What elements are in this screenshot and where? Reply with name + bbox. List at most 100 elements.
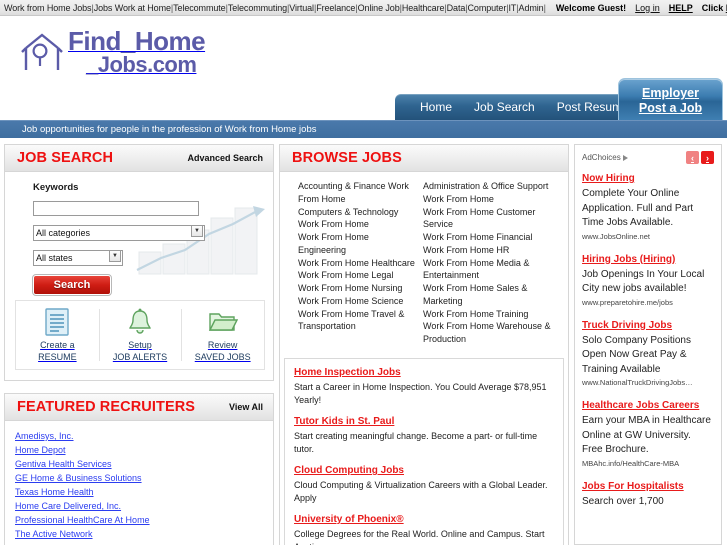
right-ad-item: Jobs For Hospitalists Search over 1,700 bbox=[582, 480, 714, 510]
recruiter-link[interactable]: GE Home & Business Solutions bbox=[15, 472, 273, 486]
saved-jobs-line1: Review bbox=[207, 340, 238, 351]
browse-category-link[interactable]: Work From Home Media & Entertainment bbox=[423, 257, 562, 283]
top-keyword-bar: Work from Home Jobs|Jobs Work at Home|Te… bbox=[0, 0, 727, 16]
middle-ad-title[interactable]: Home Inspection Jobs bbox=[294, 366, 554, 379]
top-keyword-link[interactable]: Work from Home Jobs bbox=[4, 3, 92, 13]
employer-label-line1: Employer bbox=[642, 86, 699, 100]
search-button[interactable]: Search bbox=[32, 274, 112, 296]
right-ad-title[interactable]: Truck Driving Jobs bbox=[582, 319, 714, 332]
adchoices-triangle-icon bbox=[622, 154, 628, 161]
top-keyword-link[interactable]: Jobs Work at Home bbox=[94, 3, 171, 13]
middle-ad-description: Cloud Computing & Virtualization Careers… bbox=[294, 480, 548, 504]
top-keyword-link[interactable]: Online Job bbox=[358, 3, 400, 13]
right-ad-item: Hiring Jobs (Hiring) Job Openings In Your… bbox=[582, 253, 714, 307]
recruiters-list: Amedisys, Inc. Home Depot Gentiva Health S… bbox=[5, 421, 273, 545]
browse-column-right: Administration & Office Support Work Fro… bbox=[423, 180, 562, 346]
site-logo[interactable]: Find_Home _Jobs.com bbox=[20, 28, 206, 77]
setup-job-alerts-label: Setup JOB ALERTS bbox=[113, 340, 167, 363]
adchoices-text: AdChoices bbox=[582, 153, 621, 162]
top-keyword-link[interactable]: Telecommuting bbox=[228, 3, 287, 13]
browse-category-link[interactable]: Work From Home Travel & Transportation bbox=[298, 308, 416, 334]
create-resume-action[interactable]: Create a RESUME bbox=[16, 301, 99, 369]
browse-category-link[interactable]: Work From Home Nursing bbox=[298, 282, 416, 295]
view-all-recruiters-link[interactable]: View All bbox=[229, 402, 263, 412]
browse-category-link[interactable]: Work From Home HR bbox=[423, 244, 562, 257]
recruiter-link[interactable]: Amedisys, Inc. bbox=[15, 430, 273, 444]
folder-icon bbox=[208, 307, 238, 337]
top-keyword-link[interactable]: Healthcare bbox=[402, 3, 445, 13]
right-ad-description: Earn your MBA in Healthcare Online at GW… bbox=[582, 415, 711, 455]
right-ad-title[interactable]: Healthcare Jobs Careers bbox=[582, 399, 714, 412]
browse-category-link[interactable]: Accounting & Finance Work From Home bbox=[298, 180, 416, 206]
bell-icon bbox=[127, 307, 153, 337]
browse-category-link[interactable]: Work From Home Sales & Marketing bbox=[423, 282, 562, 308]
middle-ad-title[interactable]: Tutor Kids in St. Paul bbox=[294, 415, 554, 428]
job-search-header: JOB SEARCH Advanced Search bbox=[4, 144, 274, 172]
house-magnifier-icon bbox=[20, 30, 66, 74]
right-ad-title[interactable]: Jobs For Hospitalists bbox=[582, 480, 714, 493]
job-search-panel: Keywords All categories ▼ All states ▼ S… bbox=[4, 172, 274, 381]
job-alerts-line1: Setup bbox=[128, 340, 152, 351]
top-account-area: Welcome Guest! Log in HELP Click here to… bbox=[556, 3, 727, 13]
browse-jobs-title: BROWSE JOBS bbox=[292, 150, 402, 166]
top-keyword-link[interactable]: Computer bbox=[468, 3, 507, 13]
middle-ad-title[interactable]: Cloud Computing Jobs bbox=[294, 464, 554, 477]
right-ads-panel: AdChoices ‹ › Now Hiring Complete Your On… bbox=[574, 144, 722, 545]
right-ad-description: Solo Company Positions Open Now Great Pa… bbox=[582, 334, 691, 375]
right-ad-title[interactable]: Now Hiring bbox=[582, 172, 714, 185]
browse-category-link[interactable]: Work From Home Science bbox=[298, 295, 416, 308]
middle-ad-description: Start creating meaningful change. Become… bbox=[294, 431, 538, 455]
login-link[interactable]: Log in bbox=[635, 3, 660, 13]
nav-tab-job-search[interactable]: Job Search bbox=[463, 100, 546, 114]
nav-tab-home[interactable]: Home bbox=[409, 100, 463, 114]
prev-ad-button[interactable]: ‹ bbox=[686, 151, 699, 164]
review-saved-jobs-action[interactable]: Review SAVED JOBS bbox=[181, 301, 264, 369]
recruiter-link[interactable]: Home Care Delivered, Inc. bbox=[15, 500, 273, 514]
recruiter-link[interactable]: Home Depot bbox=[15, 444, 273, 458]
main-content: JOB SEARCH Advanced Search Keywords All … bbox=[0, 138, 727, 545]
recruiter-link[interactable]: Gentiva Health Services bbox=[15, 458, 273, 472]
recruiter-link[interactable]: The Active Network bbox=[15, 528, 273, 542]
browse-category-link[interactable]: Work From Home Legal bbox=[298, 269, 416, 282]
browse-category-link[interactable]: Work From Home Warehouse & Production bbox=[423, 320, 562, 346]
top-keyword-link[interactable]: Virtual bbox=[289, 3, 314, 13]
recruiter-link[interactable]: Texas Home Health bbox=[15, 486, 273, 500]
state-select[interactable]: All states bbox=[33, 250, 123, 266]
browse-category-link[interactable]: Administration & Office Support Work Fro… bbox=[423, 180, 562, 206]
keyword-separator: | bbox=[543, 2, 546, 13]
browse-category-link[interactable]: Computers & Technology Work From Home bbox=[298, 206, 416, 232]
right-ad-description: Complete Your Online Application. Full a… bbox=[582, 188, 694, 228]
keywords-input[interactable] bbox=[33, 200, 199, 216]
setup-job-alerts-action[interactable]: Setup JOB ALERTS bbox=[98, 301, 182, 369]
top-keyword-link[interactable]: Telecommute bbox=[173, 3, 226, 13]
ad-carousel-arrows: ‹ › bbox=[686, 151, 714, 164]
saved-jobs-line2: SAVED JOBS bbox=[194, 351, 251, 362]
next-ad-button[interactable]: › bbox=[701, 151, 714, 164]
browse-category-link[interactable]: Work From Home Healthcare bbox=[298, 257, 416, 270]
top-keyword-link[interactable]: Freelance bbox=[316, 3, 355, 13]
advanced-search-link[interactable]: Advanced Search bbox=[187, 153, 263, 163]
create-resume-line1: Create a bbox=[40, 340, 75, 351]
middle-ad-card: Home Inspection Jobs Start a Career in Ho… bbox=[284, 357, 564, 545]
right-ad-title[interactable]: Hiring Jobs (Hiring) bbox=[582, 253, 714, 266]
category-select[interactable]: All categories bbox=[33, 225, 205, 241]
top-keyword-link[interactable]: Admin bbox=[519, 3, 544, 13]
recruiter-link[interactable]: Professional HealthCare At Home bbox=[15, 514, 273, 528]
middle-ad-item: Cloud Computing Jobs Cloud Computing & Vi… bbox=[294, 464, 554, 505]
browse-category-link[interactable]: Work From Home Customer Service bbox=[423, 206, 562, 232]
browse-category-link[interactable]: Work From Home Training bbox=[423, 308, 562, 321]
logo-line-2: _Jobs.com bbox=[86, 52, 197, 77]
top-keyword-link[interactable]: Data bbox=[447, 3, 466, 13]
browse-category-link[interactable]: Work From Home Financial bbox=[423, 231, 562, 244]
adchoices-label: AdChoices bbox=[582, 153, 628, 162]
help-link[interactable]: HELP bbox=[669, 3, 693, 13]
middle-ad-description: Start a Career in Home Inspection. You C… bbox=[294, 381, 547, 405]
middle-ad-item: University of Phoenix® College Degrees fo… bbox=[294, 513, 554, 545]
employer-post-a-job-button[interactable]: Employer Post a Job bbox=[618, 78, 723, 120]
right-ad-item: Now Hiring Complete Your Online Applicati… bbox=[582, 172, 714, 241]
logo-wordmark: Find_Home _Jobs.com bbox=[68, 28, 206, 77]
browse-category-link[interactable]: Work From Home Engineering bbox=[298, 231, 416, 257]
middle-ad-item: Home Inspection Jobs Start a Career in Ho… bbox=[294, 366, 554, 407]
middle-ad-title[interactable]: University of Phoenix® bbox=[294, 513, 554, 526]
job-search-form: Keywords All categories ▼ All states ▼ S… bbox=[5, 172, 273, 296]
